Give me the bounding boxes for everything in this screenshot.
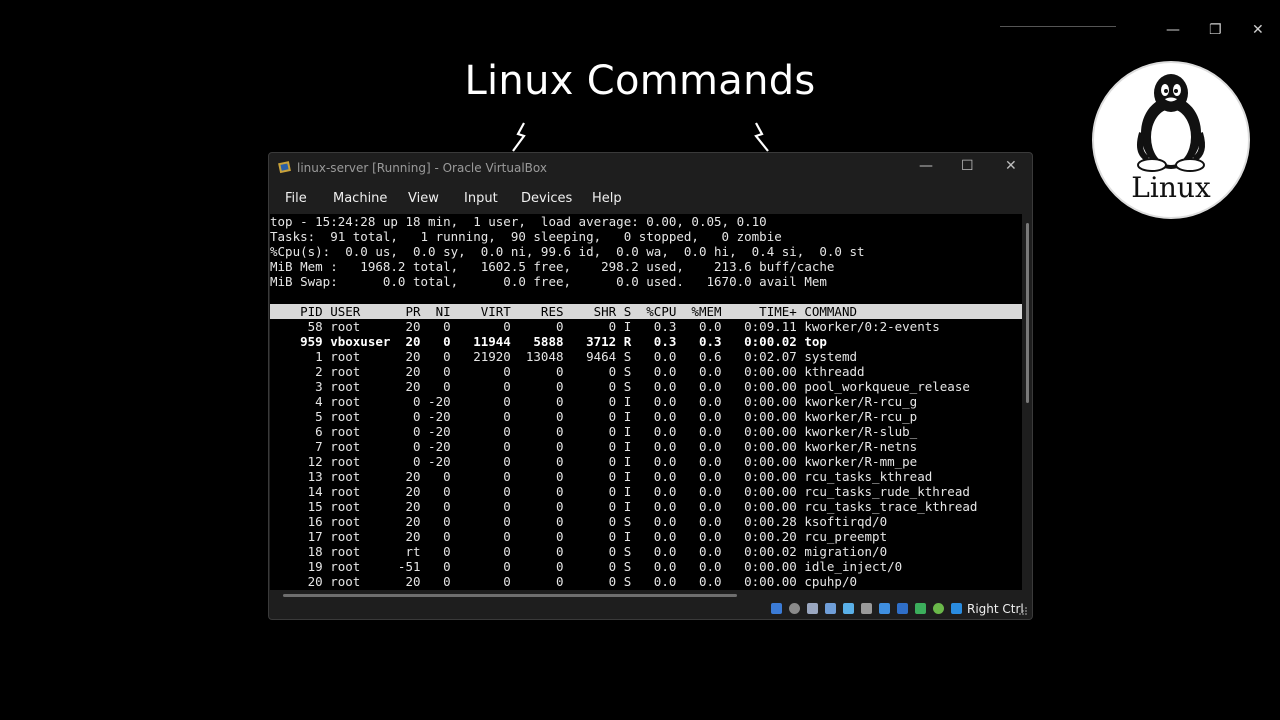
- menu-machine[interactable]: Machine: [333, 191, 387, 206]
- process-row: 7 root 0 -20 0 0 0 I 0.0 0.0 0:00.00 kwo…: [270, 439, 918, 454]
- right-spark-icon: [754, 122, 769, 152]
- process-row: 12 root 0 -20 0 0 0 I 0.0 0.0 0:00.00 kw…: [270, 454, 918, 469]
- cpu-summary-line: %Cpu(s): 0.0 us, 0.0 sy, 0.0 ni, 99.6 id…: [270, 244, 865, 259]
- vbox-maximize-button[interactable]: ☐: [961, 158, 974, 174]
- vm-screen[interactable]: top - 15:24:28 up 18 min, 1 user, load a…: [270, 214, 1022, 590]
- process-row: 1 root 20 0 21920 13048 9464 S 0.0 0.6 0…: [270, 349, 857, 364]
- display-icon[interactable]: [879, 603, 890, 614]
- outer-restore-button[interactable]: ❐: [1209, 22, 1222, 38]
- usb-icon[interactable]: [843, 603, 854, 614]
- outer-close-button[interactable]: ✕: [1252, 22, 1264, 38]
- process-row: 3 root 20 0 0 0 0 S 0.0 0.0 0:00.00 pool…: [270, 379, 970, 394]
- arrow-down-icon[interactable]: [951, 603, 962, 614]
- badge-label: Linux: [1131, 171, 1211, 204]
- vertical-scrollbar[interactable]: [1026, 223, 1029, 403]
- process-row: 5 root 0 -20 0 0 0 I 0.0 0.0 0:00.00 kwo…: [270, 409, 918, 424]
- process-row: 2 root 20 0 0 0 0 S 0.0 0.0 0:00.00 kthr…: [270, 364, 865, 379]
- menu-file[interactable]: File: [285, 191, 307, 206]
- left-spark-icon: [512, 122, 526, 152]
- linux-badge: Linux: [1092, 61, 1250, 219]
- menu-devices[interactable]: Devices: [521, 191, 572, 206]
- network-icon[interactable]: [825, 603, 836, 614]
- menu-bar: File Machine View Input Devices Help: [269, 183, 1032, 213]
- virtualbox-icon: [278, 161, 291, 174]
- resize-grip-icon[interactable]: [1019, 607, 1027, 615]
- process-row: 13 root 20 0 0 0 0 I 0.0 0.0 0:00.00 rcu…: [270, 469, 933, 484]
- process-row: 17 root 20 0 0 0 0 I 0.0 0.0 0:00.20 rcu…: [270, 529, 888, 544]
- hard-disk-icon[interactable]: [771, 603, 782, 614]
- process-table-header: PID USER PR NI VIRT RES SHR S %CPU %MEM …: [270, 304, 1022, 319]
- process-row: 16 root 20 0 0 0 0 S 0.0 0.0 0:00.28 kso…: [270, 514, 888, 529]
- host-key-label: Right Ctrl: [967, 602, 1024, 616]
- process-row: 20 root 20 0 0 0 0 S 0.0 0.0 0:00.00 cpu…: [270, 574, 857, 589]
- top-summary-line: top - 15:24:28 up 18 min, 1 user, load a…: [270, 214, 767, 229]
- process-row: 58 root 20 0 0 0 0 I 0.3 0.0 0:09.11 kwo…: [270, 319, 940, 334]
- process-row: 14 root 20 0 0 0 0 I 0.0 0.0 0:00.00 rcu…: [270, 484, 970, 499]
- slide-title: Linux Commands: [464, 58, 816, 104]
- outer-minimize-button[interactable]: —: [1166, 22, 1180, 38]
- video-capture-icon[interactable]: [897, 603, 908, 614]
- vbox-minimize-button[interactable]: —: [919, 158, 933, 174]
- process-row: 959 vboxuser 20 0 11944 5888 3712 R 0.3 …: [270, 334, 827, 349]
- tasks-summary-line: Tasks: 91 total, 1 running, 90 sleeping,…: [270, 229, 782, 244]
- window-title: linux-server [Running] - Oracle VirtualB…: [297, 161, 547, 175]
- audio-icon[interactable]: [807, 603, 818, 614]
- swap-summary-line: MiB Swap: 0.0 total, 0.0 free, 0.0 used.…: [270, 274, 827, 289]
- keyboard-icon[interactable]: [933, 603, 944, 614]
- shared-folders-icon[interactable]: [861, 603, 872, 614]
- vbox-close-button[interactable]: ✕: [1005, 158, 1017, 174]
- tux-penguin-icon: [1137, 74, 1205, 172]
- virtualbox-window: linux-server [Running] - Oracle VirtualB…: [268, 152, 1033, 620]
- optical-drive-icon[interactable]: [789, 603, 800, 614]
- process-row: 18 root rt 0 0 0 0 S 0.0 0.0 0:00.02 mig…: [270, 544, 888, 559]
- horizontal-scrollbar[interactable]: [283, 594, 737, 597]
- menu-input[interactable]: Input: [464, 191, 498, 206]
- mem-summary-line: MiB Mem : 1968.2 total, 1602.5 free, 298…: [270, 259, 835, 274]
- menu-help[interactable]: Help: [592, 191, 622, 206]
- process-row: 6 root 0 -20 0 0 0 I 0.0 0.0 0:00.00 kwo…: [270, 424, 918, 439]
- process-row: 19 root -51 0 0 0 0 S 0.0 0.0 0:00.00 id…: [270, 559, 903, 574]
- process-row: 4 root 0 -20 0 0 0 I 0.0 0.0 0:00.00 kwo…: [270, 394, 918, 409]
- status-bar: Right Ctrl: [769, 601, 1029, 617]
- menu-view[interactable]: View: [408, 191, 439, 206]
- window-drag-bar: [1000, 26, 1116, 27]
- mouse-integration-icon[interactable]: [915, 603, 926, 614]
- window-titlebar[interactable]: linux-server [Running] - Oracle VirtualB…: [269, 153, 1032, 183]
- process-row: 15 root 20 0 0 0 0 I 0.0 0.0 0:00.00 rcu…: [270, 499, 978, 514]
